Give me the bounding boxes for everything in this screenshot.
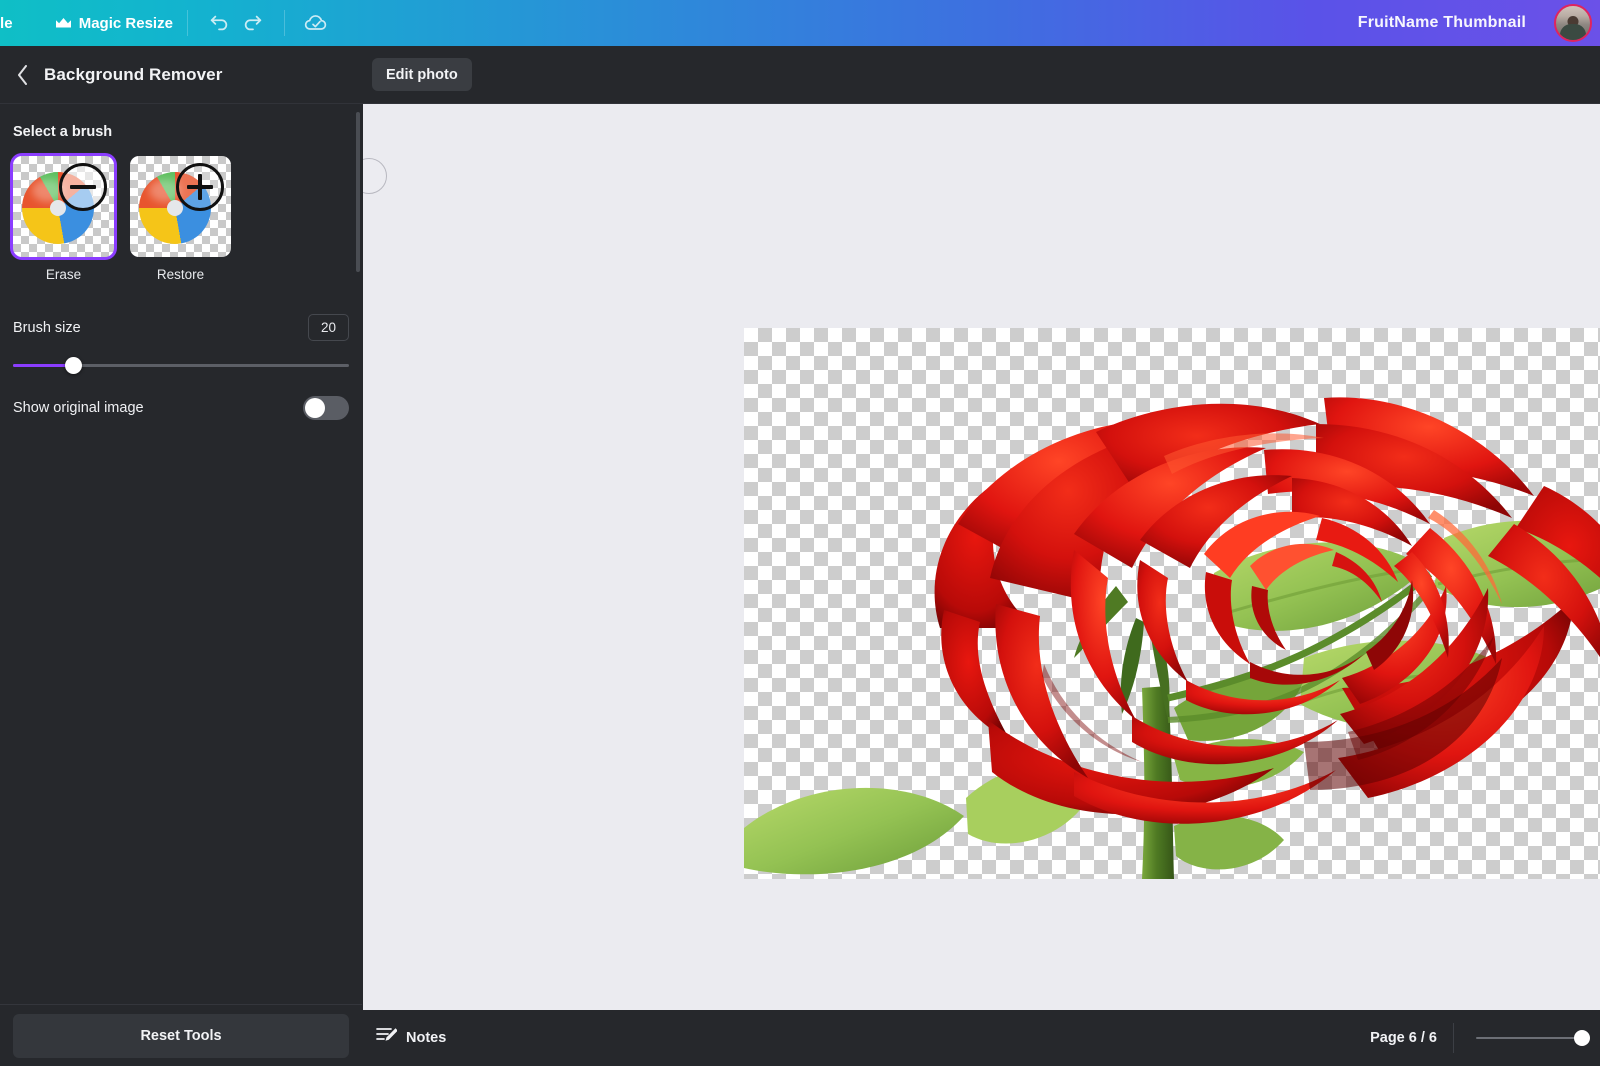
plus-icon xyxy=(176,163,224,211)
crown-icon xyxy=(55,17,72,30)
slider-fill xyxy=(13,364,74,367)
brush-size-label: Brush size xyxy=(13,319,81,336)
red-rose-image xyxy=(744,397,1600,879)
photo-element[interactable] xyxy=(744,328,1600,879)
show-original-toggle[interactable] xyxy=(303,396,349,420)
slider-thumb[interactable] xyxy=(65,357,83,374)
redo-icon[interactable] xyxy=(236,6,270,40)
avatar-body xyxy=(1560,24,1586,40)
zoom-track xyxy=(1476,1037,1584,1039)
cloud-check-icon[interactable] xyxy=(299,6,333,40)
restore-brush-thumbnail[interactable] xyxy=(130,156,231,257)
document-title[interactable]: FruitName Thumbnail xyxy=(1358,14,1526,32)
plus-bar-vertical xyxy=(198,174,202,200)
bottom-toolbar: Notes Page 6 / 6 xyxy=(362,1010,1600,1066)
panel-header: Background Remover xyxy=(0,46,362,104)
brush-label-erase: Erase xyxy=(45,267,82,282)
magic-resize-label: Magic Resize xyxy=(78,14,173,32)
zoom-thumb[interactable] xyxy=(1574,1030,1590,1046)
brush-options: Erase Restore xyxy=(13,156,349,282)
notes-button[interactable]: Notes xyxy=(376,1026,446,1050)
edit-photo-button[interactable]: Edit photo xyxy=(372,58,472,91)
canvas[interactable] xyxy=(363,104,1600,1056)
page-indicator[interactable]: Page 6 / 6 xyxy=(1370,1030,1437,1046)
brush-size-row: Brush size 20 xyxy=(13,314,349,341)
notes-icon xyxy=(376,1026,398,1050)
file-menu-label[interactable]: le xyxy=(0,15,13,32)
magic-resize-button[interactable]: Magic Resize xyxy=(55,15,173,32)
select-brush-label: Select a brush xyxy=(13,124,113,140)
panel-body: Select a brush Erase Restore Brush size … xyxy=(0,104,362,1004)
toggle-knob xyxy=(305,398,325,418)
brush-option-erase[interactable]: Erase xyxy=(13,156,114,282)
main-toolbar: Edit photo xyxy=(362,46,1600,104)
toolbar-divider-1 xyxy=(186,10,188,36)
brush-label-restore: Restore xyxy=(156,267,205,282)
top-toolbar: le Magic Resize FruitName Thumbnail xyxy=(0,0,1600,46)
bottom-divider xyxy=(1453,1023,1454,1053)
brush-cursor xyxy=(363,158,387,194)
zoom-slider[interactable] xyxy=(1476,1030,1590,1046)
show-original-row: Show original image xyxy=(13,396,349,420)
brush-size-slider[interactable] xyxy=(13,357,349,374)
avatar[interactable] xyxy=(1554,4,1592,42)
chevron-left-icon[interactable] xyxy=(16,64,30,86)
page-title: Background Remover xyxy=(44,64,223,84)
panel-scrollbar[interactable] xyxy=(356,112,360,272)
toolbar-divider-2 xyxy=(283,10,285,36)
undo-icon[interactable] xyxy=(202,6,236,40)
brush-size-input[interactable]: 20 xyxy=(308,314,349,341)
panel-footer: Reset Tools xyxy=(0,1004,362,1066)
notes-label: Notes xyxy=(406,1030,447,1046)
reset-tools-button[interactable]: Reset Tools xyxy=(13,1013,349,1058)
main-area: Edit photo xyxy=(362,46,1600,1066)
erase-brush-thumbnail[interactable] xyxy=(13,156,114,257)
background-remover-panel: Background Remover Select a brush Erase xyxy=(0,46,362,1066)
brush-option-restore[interactable]: Restore xyxy=(130,156,231,282)
app-root: le Magic Resize FruitName Thumbnail Back… xyxy=(0,0,1600,1066)
show-original-label: Show original image xyxy=(13,400,144,416)
minus-bar xyxy=(70,185,96,189)
minus-icon xyxy=(59,163,107,211)
